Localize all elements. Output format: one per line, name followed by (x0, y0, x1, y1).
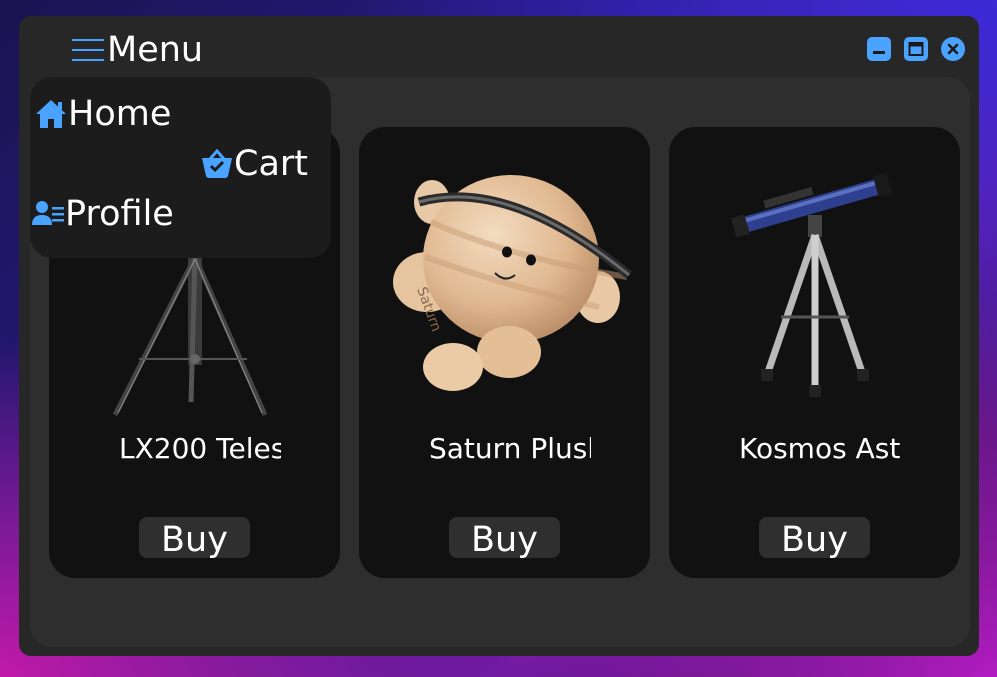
minimize-icon[interactable] (867, 37, 891, 61)
nav-label: Profile (65, 194, 174, 234)
buy-button[interactable]: Buy (759, 517, 870, 558)
nav-item-cart[interactable]: Cart (200, 144, 308, 184)
title-bar: Menu (19, 16, 979, 74)
menu-button[interactable]: Menu (71, 30, 203, 70)
product-image (731, 173, 892, 397)
nav-item-profile[interactable]: Profile (31, 194, 174, 234)
menu-title: Menu (107, 30, 204, 70)
buy-button[interactable]: Buy (139, 517, 250, 558)
product-title: LX200 Telescope (119, 432, 281, 465)
product-card: Kosmos Astro Telescope Buy (669, 127, 960, 578)
profile-icon (32, 201, 64, 225)
buy-button[interactable]: Buy (449, 517, 560, 558)
maximize-icon[interactable] (904, 37, 928, 61)
basket-icon (202, 148, 232, 178)
hamburger-icon (72, 39, 104, 61)
product-card: Saturn Saturn Plush Buy (359, 127, 650, 578)
nav-menu-popup: Home Cart Profile (30, 77, 331, 258)
product-image: Saturn (393, 175, 632, 391)
window-controls (867, 37, 965, 61)
nav-label: Home (68, 94, 172, 134)
product-title: Kosmos Astro Telescope (739, 432, 901, 465)
close-icon[interactable] (941, 37, 965, 61)
home-icon (36, 100, 66, 128)
nav-item-home[interactable]: Home (34, 94, 171, 134)
nav-label: Cart (234, 144, 308, 184)
product-title: Saturn Plush (429, 432, 591, 465)
